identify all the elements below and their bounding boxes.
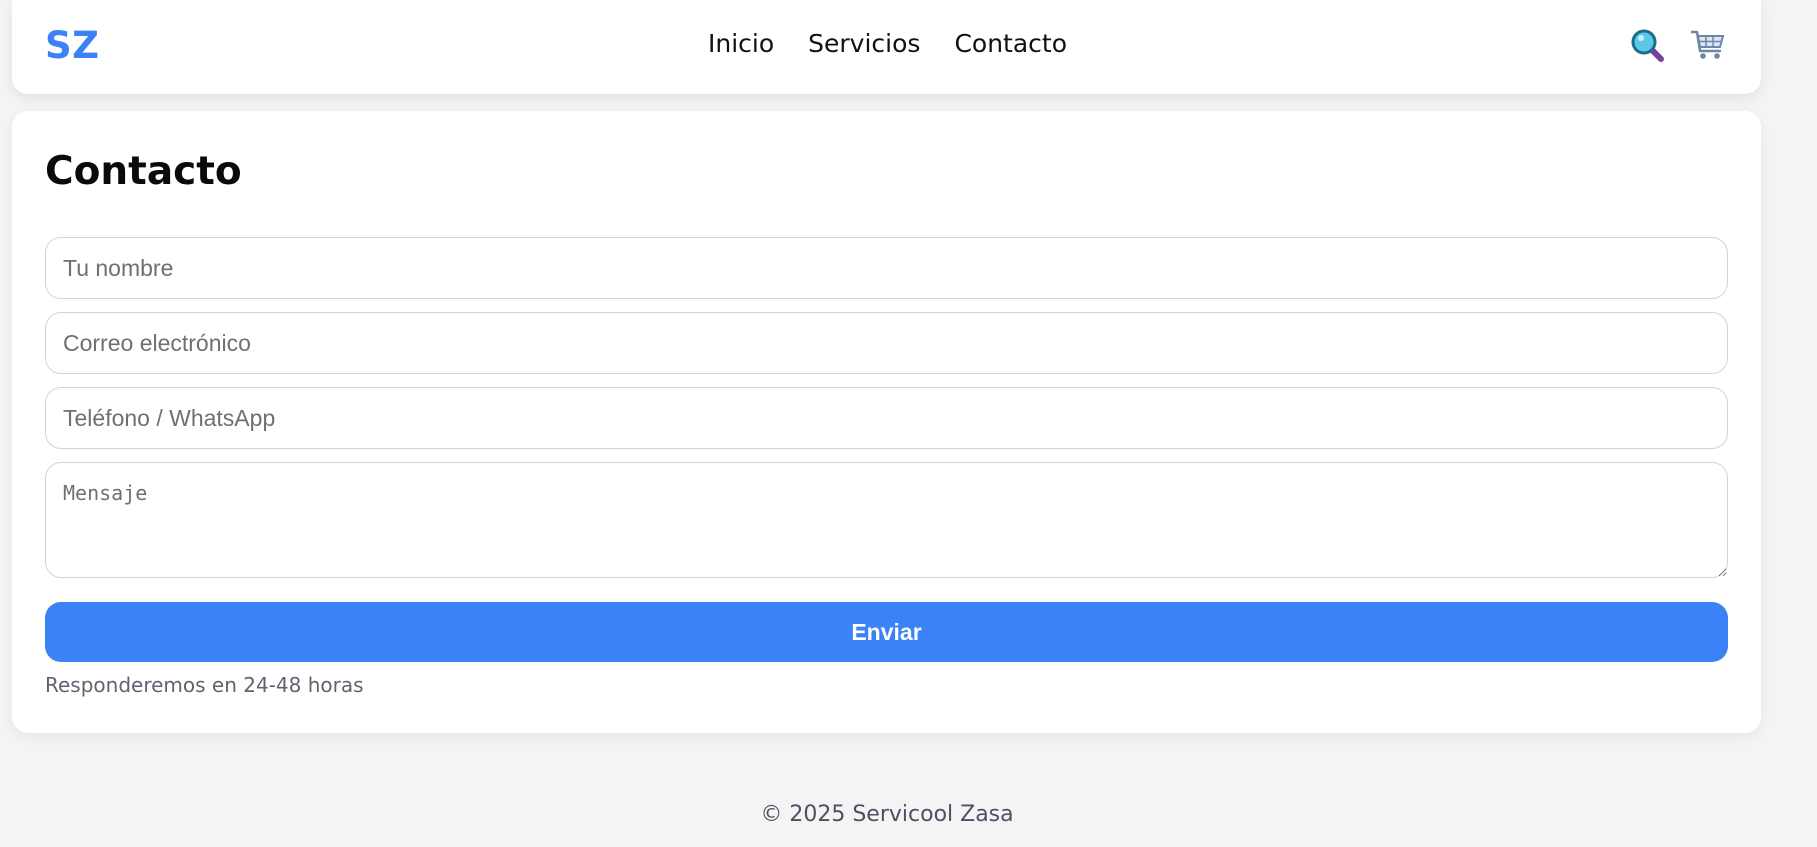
response-time-note: Responderemos en 24-48 horas <box>45 673 364 697</box>
message-textarea[interactable] <box>45 462 1728 578</box>
phone-input[interactable] <box>45 387 1728 449</box>
send-button[interactable]: Enviar <box>45 602 1728 662</box>
name-input[interactable] <box>45 237 1728 299</box>
site-header: SZ Inicio Servicios Contacto <box>12 0 1761 94</box>
page-title: Contacto <box>45 149 242 194</box>
nav-link-servicios[interactable]: Servicios <box>808 29 920 58</box>
cart-icon[interactable] <box>1690 28 1726 62</box>
footer-copyright: © 2025 Servicool Zasa <box>760 802 1014 827</box>
search-icon[interactable] <box>1630 28 1666 64</box>
nav-link-inicio[interactable]: Inicio <box>708 29 774 58</box>
nav-link-contacto[interactable]: Contacto <box>954 29 1067 58</box>
contact-card: Contacto Enviar Responderemos en 24-48 h… <box>12 111 1761 733</box>
main-nav: Inicio Servicios Contacto <box>12 29 1761 58</box>
email-input[interactable] <box>45 312 1728 374</box>
